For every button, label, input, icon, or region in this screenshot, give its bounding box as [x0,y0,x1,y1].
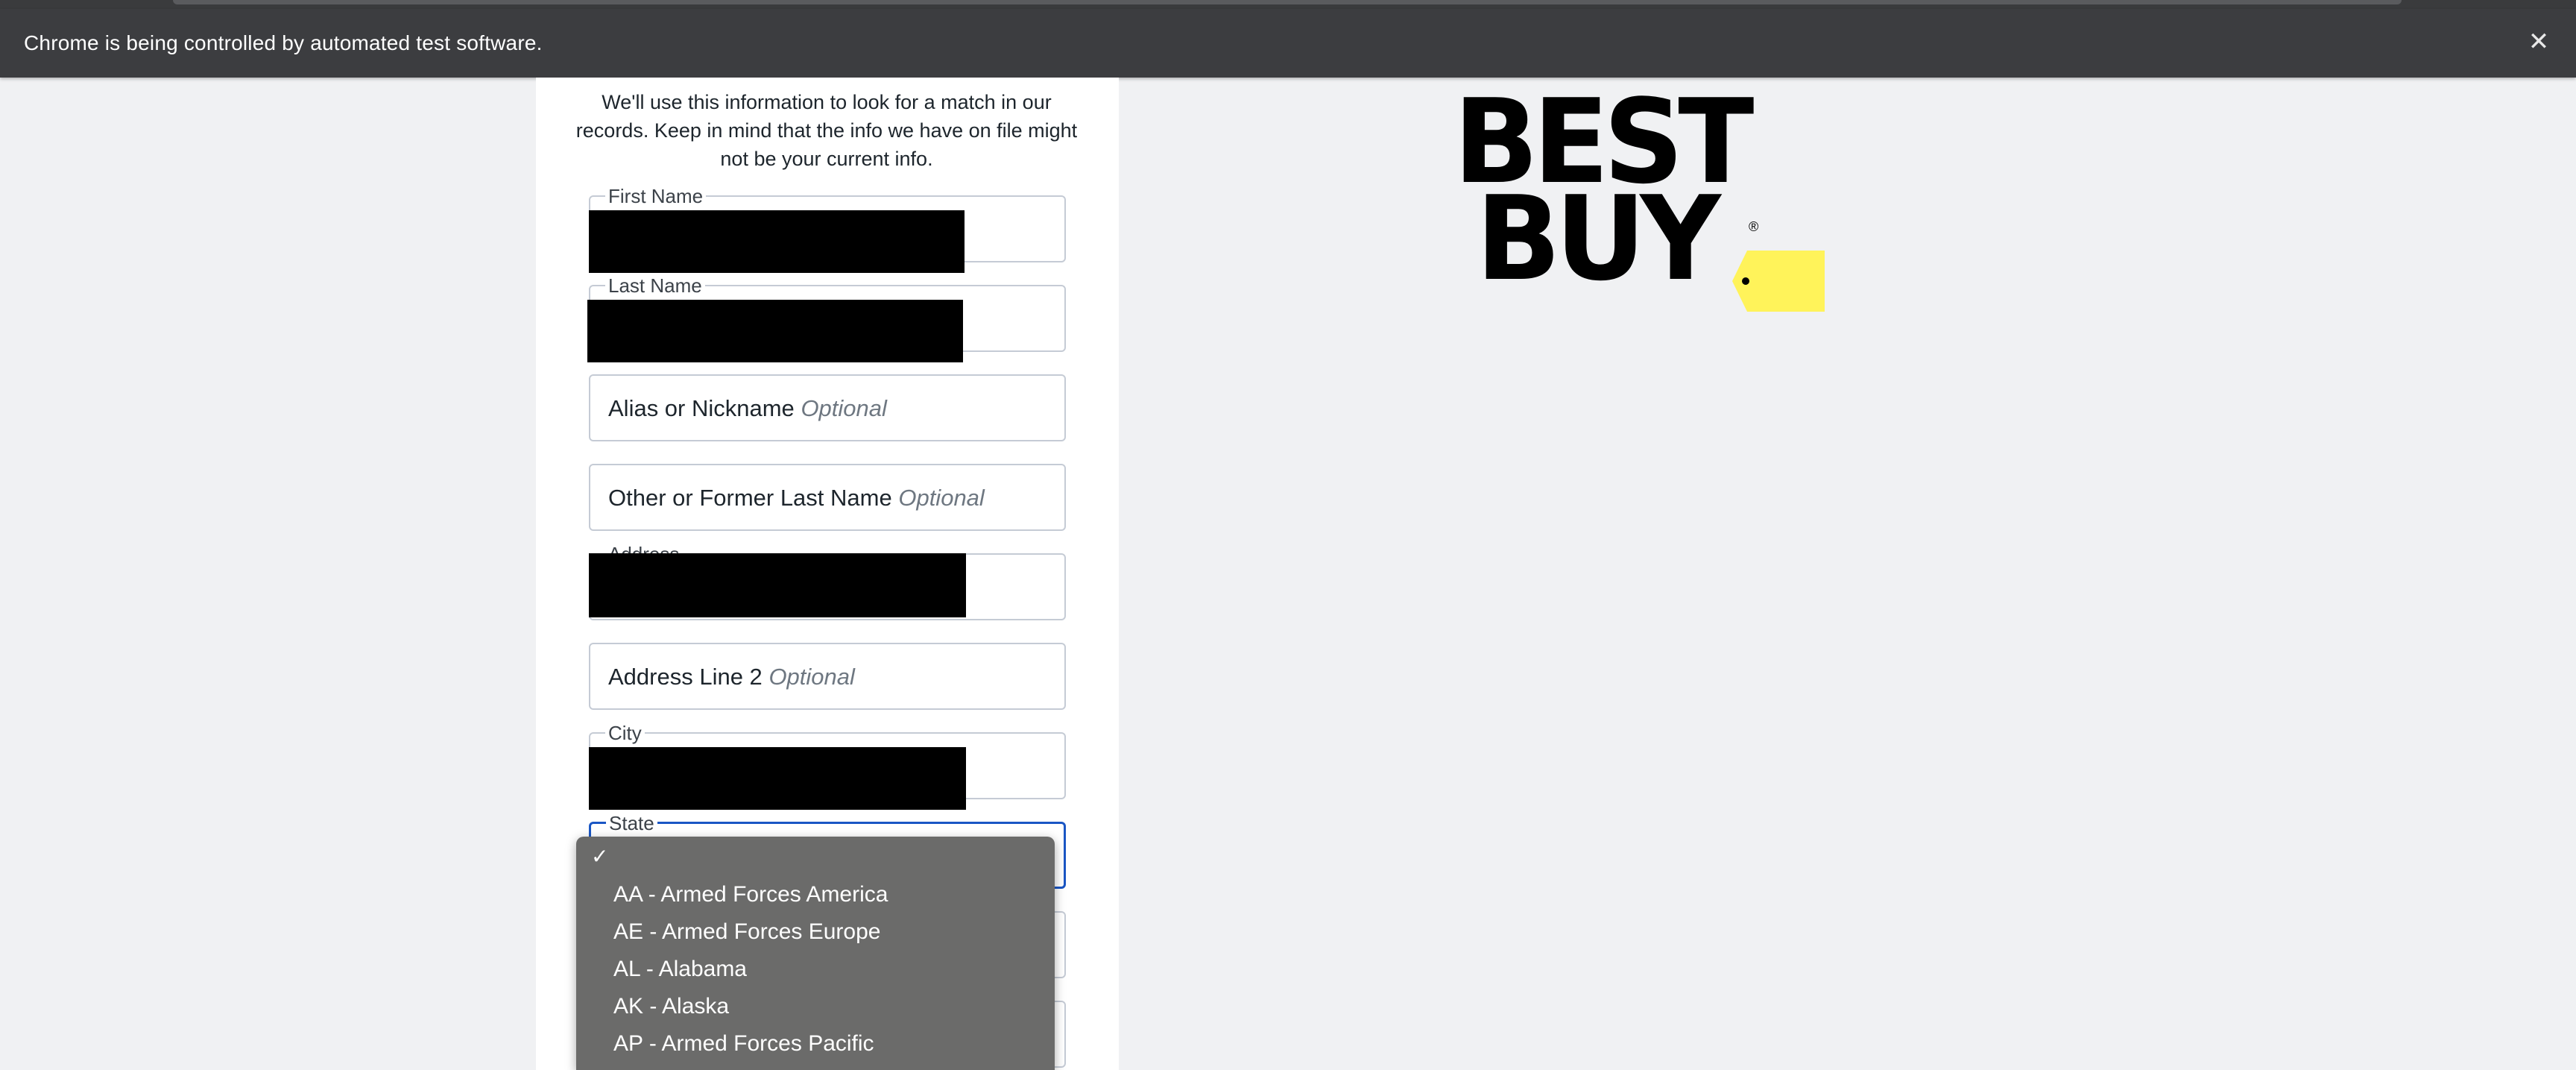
browser-top-strip [0,0,2576,9]
redacted-value [589,210,965,273]
selected-check-icon: ✓ [591,845,609,868]
close-icon[interactable]: ✕ [2522,25,2555,58]
last-name-label: Last Name [605,274,705,297]
last-name-field[interactable]: Last Name [587,274,1066,362]
registered-mark: ® [1749,219,1759,234]
state-option[interactable]: AA - Armed Forces America [613,878,888,911]
former-last-name-placeholder: Other or Former Last Name Optional [608,485,985,511]
state-option[interactable]: AK - Alaska [613,990,729,1023]
alias-placeholder: Alias or Nickname Optional [608,395,887,421]
first-name-label: First Name [605,185,707,207]
state-option[interactable]: AE - Armed Forces Europe [613,916,880,948]
address-line2-placeholder: Address Line 2 Optional [608,664,855,690]
infobar-message: Chrome is being controlled by automated … [24,31,543,54]
state-label: State [606,812,657,834]
city-label: City [605,722,645,744]
address-bar-edge [173,0,2402,4]
price-tag-icon [1732,251,1825,312]
best-buy-logo: BEST BUY ® [1453,84,1826,313]
first-name-field[interactable]: First Name [589,185,1066,273]
redacted-value [587,300,963,362]
city-field[interactable]: City [589,722,1066,810]
state-option[interactable]: AL - Alabama [613,953,747,986]
logo-word-buy: BUY [1476,171,1721,306]
former-last-name-field[interactable]: Other or Former Last Name Optional [589,464,1066,531]
alias-field[interactable]: Alias or Nickname Optional [589,374,1066,441]
redacted-value [589,747,966,810]
address-field[interactable]: Address [589,543,1066,620]
address-line2-field[interactable]: Address Line 2 Optional [589,643,1066,710]
automation-infobar: Chrome is being controlled by automated … [0,9,2576,78]
form-intro-text: We'll use this information to look for a… [575,91,1078,170]
state-option[interactable]: AP - Armed Forces Pacific [613,1027,874,1060]
redacted-value [589,553,966,617]
state-dropdown-list[interactable]: ✓ AA - Armed Forces America AE - Armed F… [576,837,1055,1070]
